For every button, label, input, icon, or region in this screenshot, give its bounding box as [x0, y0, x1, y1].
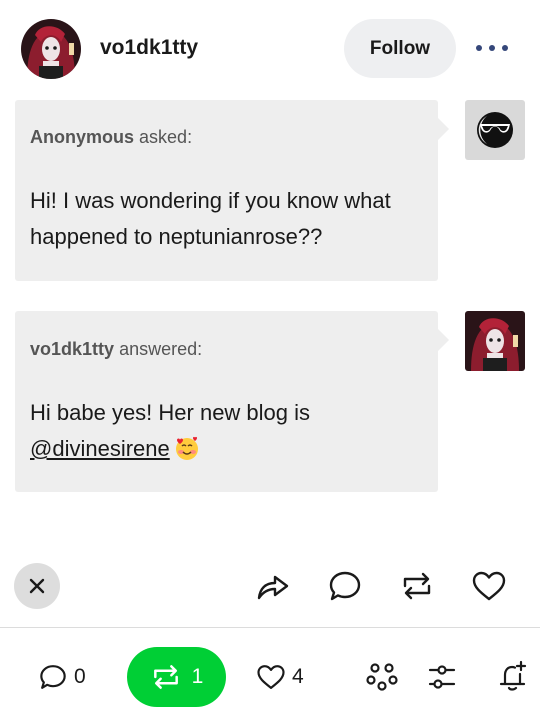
answered-label: answered: [119, 339, 203, 359]
likes-count: 4 [292, 665, 304, 688]
filter-settings-icon[interactable] [426, 661, 458, 693]
footer-divider [0, 627, 540, 628]
reply-icon[interactable] [326, 567, 364, 605]
reblogs-count: 1 [191, 665, 204, 688]
anonymous-avatar [465, 100, 525, 160]
ask-bubble: Anonymous asked: Hi! I was wondering if … [15, 100, 449, 281]
reblogs-count-button[interactable]: 1 [127, 647, 226, 707]
dismiss-button[interactable] [14, 563, 60, 609]
asker-name: Anonymous [30, 127, 135, 147]
answerer-name[interactable]: vo1dk1tty [30, 339, 114, 359]
ask-message: Hi! I was wondering if you know what hap… [30, 188, 391, 249]
answer-meta: vo1dk1tty answered: [30, 339, 202, 360]
user-avatar[interactable] [21, 19, 81, 79]
answer-text: Hi babe yes! Her new blog is [30, 400, 311, 425]
asked-label: asked: [139, 127, 193, 147]
smiling-face-with-hearts-icon [174, 435, 200, 472]
reblog-icon[interactable] [398, 567, 436, 605]
share-icon[interactable] [254, 567, 292, 605]
answer-bubble: vo1dk1tty answered: Hi babe yes! Her new… [15, 311, 449, 492]
reblog-count-icon [153, 665, 178, 689]
username[interactable]: vo1dk1tty [100, 36, 198, 60]
like-count-icon [257, 665, 285, 689]
heart-icon[interactable] [470, 567, 508, 605]
notification-bell-icon[interactable] [496, 659, 530, 693]
post-header: vo1dk1tty Follow [0, 0, 540, 98]
community-icon[interactable] [366, 661, 398, 693]
reply-count-icon [40, 665, 66, 689]
replies-count: 0 [74, 665, 86, 688]
answer-message: Hi babe yes! Her new blog is @divinesiren… [30, 395, 430, 472]
answerer-avatar[interactable] [465, 311, 525, 371]
likes-count-button[interactable]: 4 [256, 662, 304, 692]
follow-button[interactable]: Follow [344, 19, 456, 78]
close-icon [29, 578, 45, 594]
more-options-icon[interactable] [476, 40, 508, 56]
blog-mention-link[interactable]: @divinesirene [30, 436, 170, 461]
ask-meta: Anonymous asked: [30, 127, 192, 148]
replies-count-button[interactable]: 0 [38, 662, 86, 692]
